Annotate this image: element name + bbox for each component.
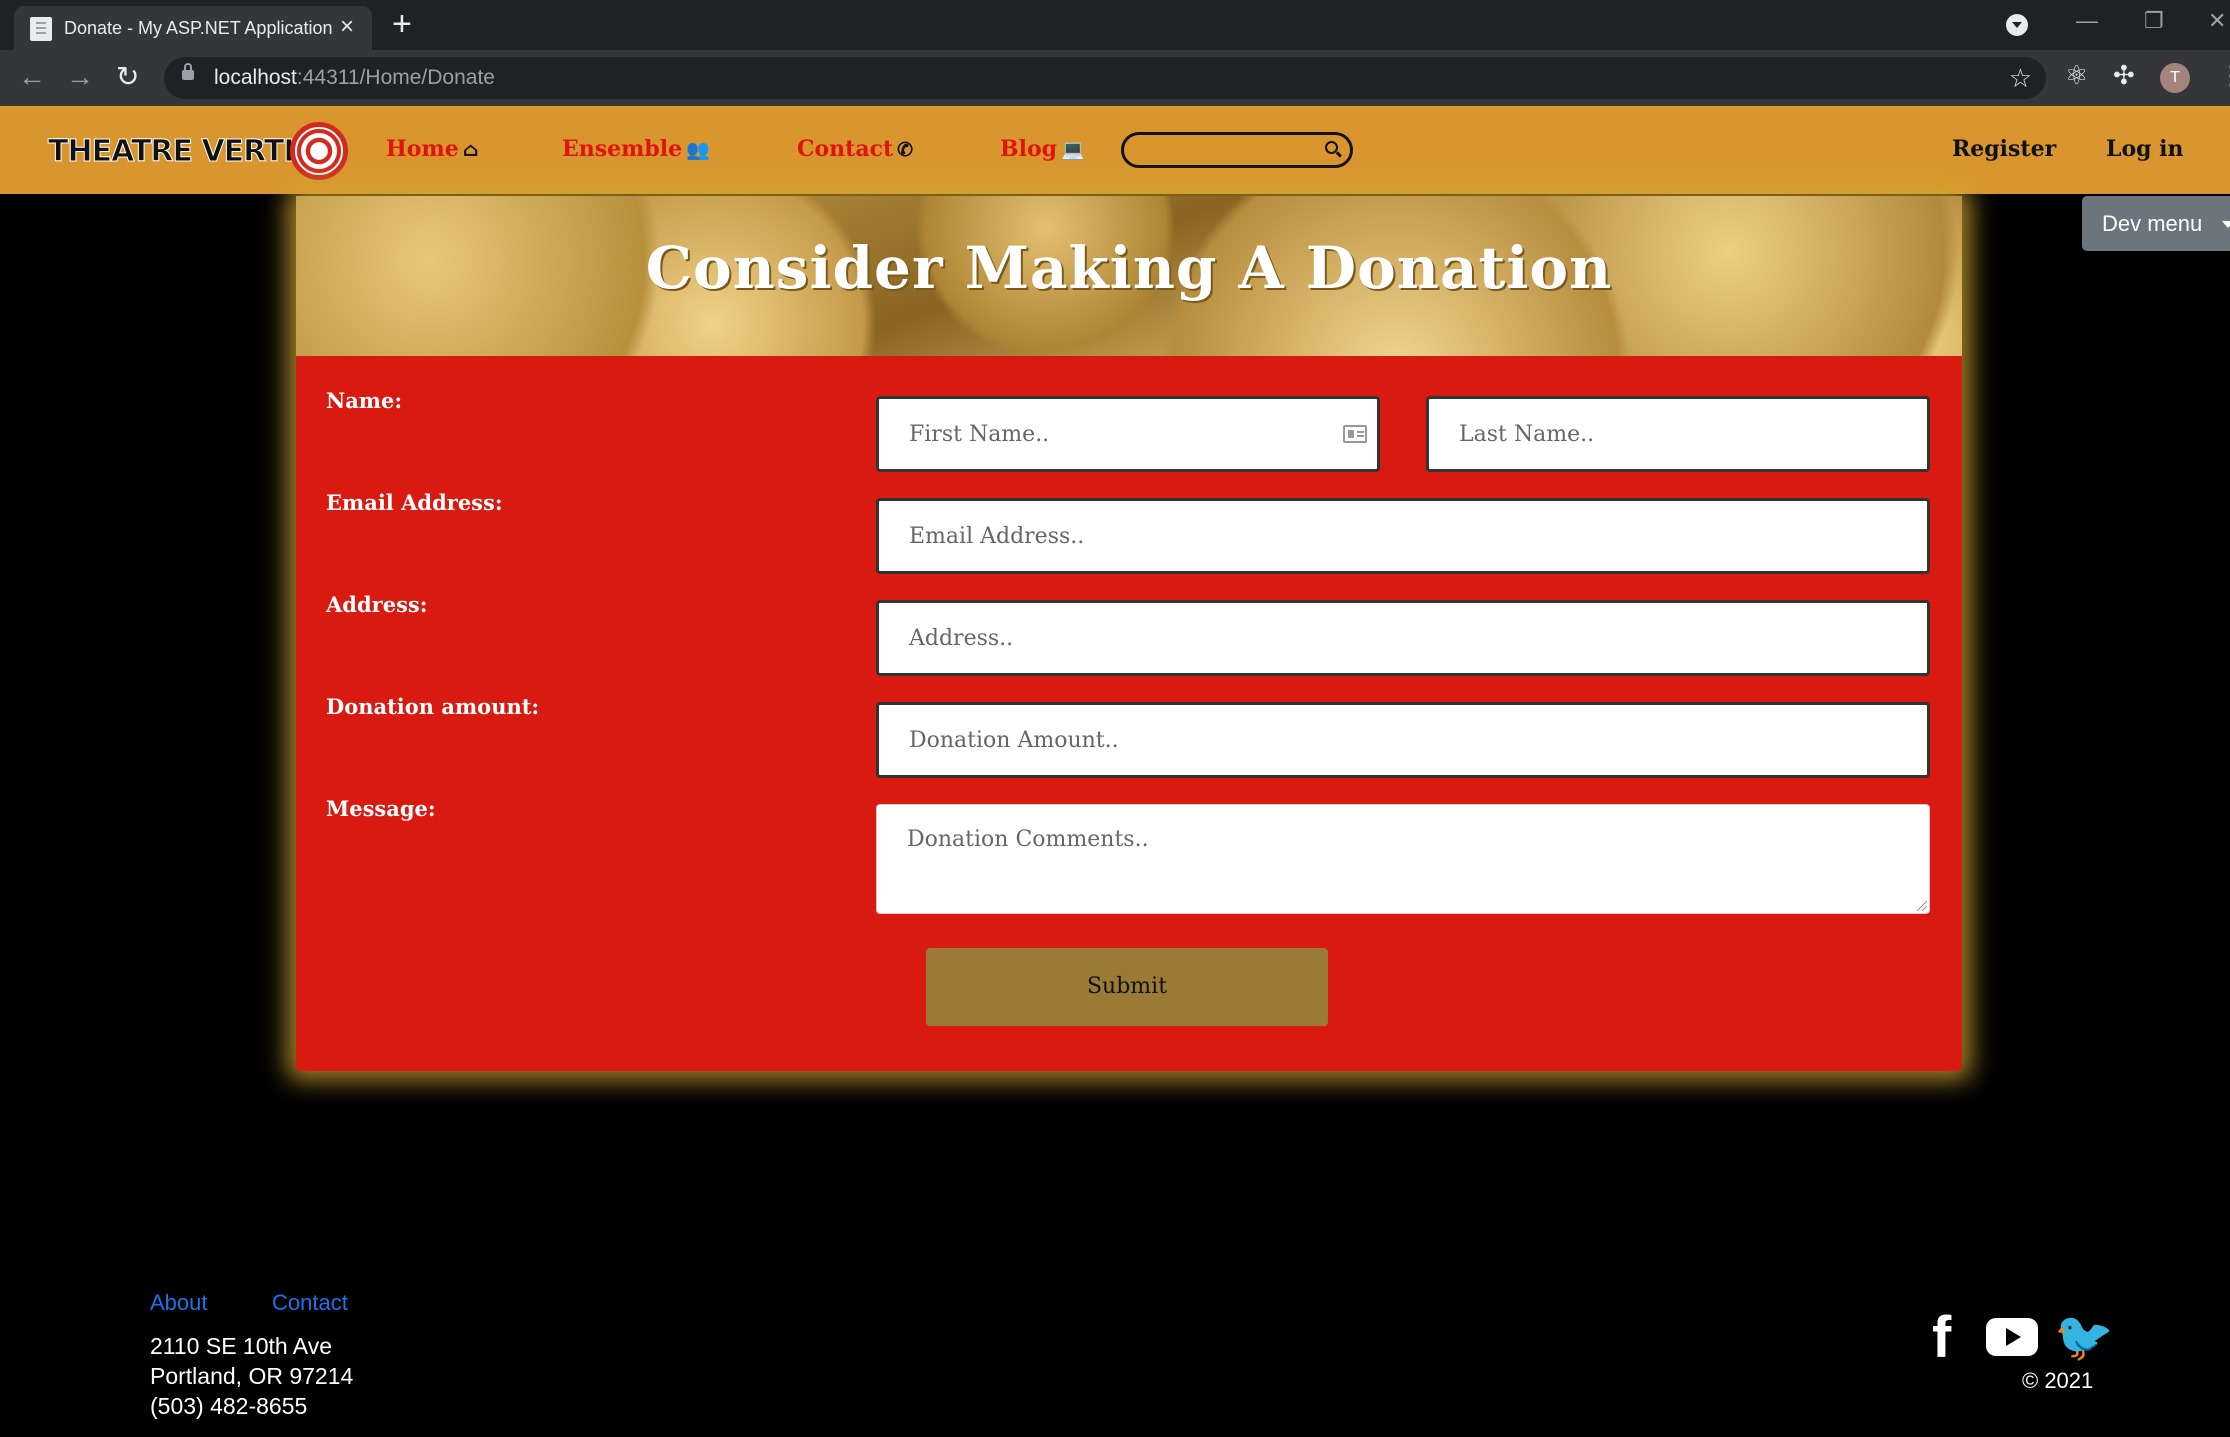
- address-placeholder: Address..: [909, 625, 1014, 651]
- address-bar[interactable]: localhost:44311/Home/Donate ☆: [164, 57, 2046, 99]
- login-link[interactable]: Log in: [2106, 136, 2184, 162]
- email-label: Email Address:: [326, 490, 503, 515]
- message-placeholder: Donation Comments..: [907, 827, 1149, 852]
- nav-contact[interactable]: Contact ✆: [797, 136, 913, 162]
- browser-toolbar: ← → ↻ localhost:44311/Home/Donate ☆: [0, 50, 2230, 106]
- profile-avatar[interactable]: T: [2160, 63, 2190, 93]
- resize-handle[interactable]: [1917, 901, 1927, 911]
- footer-about-link[interactable]: About: [150, 1290, 208, 1316]
- address-city: Portland, OR 97214: [150, 1363, 354, 1389]
- email-input[interactable]: Email Address..: [876, 498, 1930, 574]
- nav-ensemble[interactable]: Ensemble 👥: [562, 136, 710, 162]
- home-icon: ⌂: [462, 139, 479, 161]
- page-favicon-icon: [30, 17, 52, 41]
- close-window-icon[interactable]: ✕: [2208, 8, 2226, 34]
- address-phone: (503) 482-8655: [150, 1393, 308, 1419]
- contact-card-icon[interactable]: [1343, 425, 1367, 443]
- amount-label: Donation amount:: [326, 694, 540, 719]
- site-navbar: THEATRE VERTIGO Home ⌂ Ensemble 👥 Contact ✆…: [0, 106, 2230, 194]
- url-text: localhost:44311/Home/Donate: [214, 66, 495, 89]
- tab-title: Donate - My ASP.NET Application: [64, 18, 333, 38]
- amount-placeholder: Donation Amount..: [909, 727, 1119, 753]
- browser-tab[interactable]: Donate - My ASP.NET Application ×: [14, 6, 372, 50]
- nav-blog[interactable]: Blog 💻: [1000, 136, 1085, 162]
- close-tab-icon[interactable]: ×: [340, 14, 354, 40]
- new-tab-icon[interactable]: +: [392, 6, 412, 42]
- first-name-placeholder: First Name..: [909, 421, 1050, 447]
- search-icon[interactable]: [1325, 141, 1338, 154]
- facebook-icon[interactable]: f: [1932, 1309, 1951, 1367]
- address-street: 2110 SE 10th Ave: [150, 1333, 333, 1359]
- last-name-placeholder: Last Name..: [1459, 421, 1595, 447]
- copyright: © 2021: [2022, 1368, 2094, 1393]
- restore-icon[interactable]: ❐: [2144, 8, 2164, 34]
- email-placeholder: Email Address..: [909, 523, 1085, 549]
- donation-amount-input[interactable]: Donation Amount..: [876, 702, 1930, 778]
- message-label: Message:: [326, 796, 436, 821]
- donation-panel: Consider Making A Donation Name: First N…: [296, 196, 1962, 1071]
- phone-icon: ✆: [897, 139, 914, 161]
- donation-form: Name: First Name.. Last Name.. Email Add…: [296, 358, 1962, 1071]
- reload-icon[interactable]: ↻: [116, 62, 139, 92]
- dev-menu-dropdown[interactable]: Dev menu: [2082, 196, 2230, 251]
- minimize-icon[interactable]: —: [2076, 8, 2098, 34]
- users-icon: 👥: [686, 139, 710, 161]
- logo-target-icon: [290, 122, 348, 180]
- register-link[interactable]: Register: [1952, 136, 2056, 162]
- lock-icon[interactable]: [182, 63, 194, 80]
- twitter-icon[interactable]: 🐦: [2054, 1310, 2114, 1366]
- first-name-input[interactable]: First Name..: [876, 396, 1380, 472]
- name-label: Name:: [326, 388, 403, 413]
- coins-banner: Consider Making A Donation: [296, 196, 1962, 356]
- laptop-icon: 💻: [1061, 139, 1085, 161]
- bookmark-star-icon[interactable]: ☆: [2009, 63, 2032, 94]
- tab-search-icon[interactable]: [2006, 14, 2028, 36]
- message-textarea[interactable]: Donation Comments..: [876, 804, 1930, 914]
- nav-home[interactable]: Home ⌂: [386, 136, 479, 162]
- address-input[interactable]: Address..: [876, 600, 1930, 676]
- browser-menu-icon[interactable]: ⋮: [2218, 60, 2230, 91]
- extensions-puzzle-icon[interactable]: ✣: [2113, 60, 2135, 91]
- youtube-icon[interactable]: [1986, 1318, 2038, 1356]
- last-name-input[interactable]: Last Name..: [1426, 396, 1930, 472]
- page-title: Consider Making A Donation: [645, 234, 1613, 302]
- react-devtools-icon[interactable]: ⚛: [2065, 60, 2088, 91]
- back-icon[interactable]: ←: [18, 62, 46, 92]
- theatre-vertigo-logo[interactable]: THEATRE VERTIGO: [46, 120, 348, 182]
- footer-contact-link[interactable]: Contact: [272, 1290, 348, 1316]
- site-search-input[interactable]: [1121, 132, 1353, 168]
- browser-tab-bar: Donate - My ASP.NET Application × + — ❐ …: [0, 0, 2230, 50]
- submit-button[interactable]: Submit: [926, 948, 1328, 1026]
- address-label: Address:: [326, 592, 428, 617]
- forward-icon[interactable]: →: [66, 62, 94, 92]
